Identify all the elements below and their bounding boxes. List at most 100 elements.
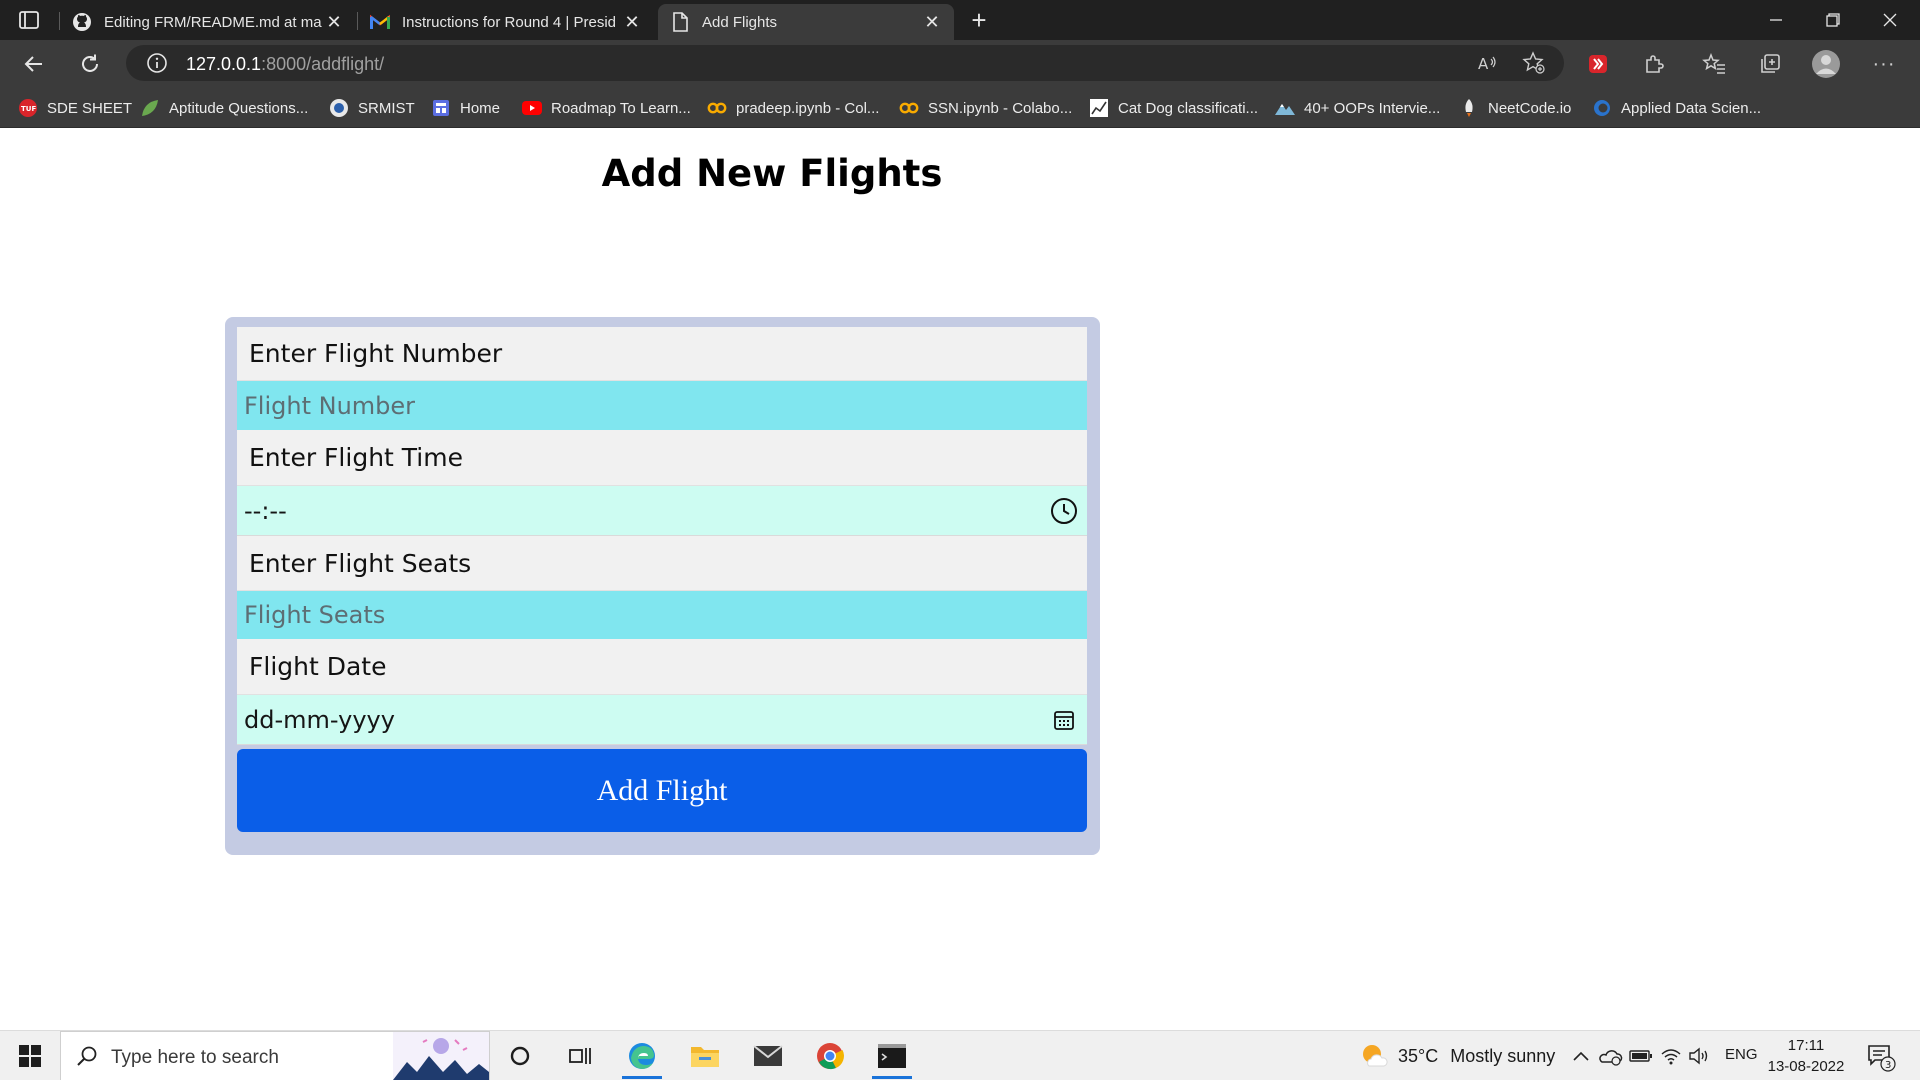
- clock-date: 13-08-2022: [1767, 1058, 1845, 1075]
- taskbar-clock[interactable]: 17:11 13-08-2022: [1764, 1035, 1848, 1077]
- add-flight-form: Enter Flight Number Flight Number Enter …: [225, 317, 1100, 855]
- address-bar[interactable]: 127.0.0.1:8000/addflight/ A: [126, 45, 1564, 81]
- srm-icon: [329, 98, 349, 118]
- svg-text:TUF: TUF: [21, 105, 36, 113]
- bookmark-label: SDE SHEET: [47, 99, 133, 117]
- read-aloud-icon[interactable]: A: [1476, 51, 1500, 75]
- colab-icon: [899, 98, 919, 118]
- bookmark-aptitude[interactable]: Aptitude Questions...: [140, 96, 308, 120]
- bookmark-neetcode[interactable]: NeetCode.io: [1459, 96, 1571, 120]
- flight-seats-label: Enter Flight Seats: [237, 536, 1087, 591]
- close-icon[interactable]: ✕: [920, 10, 944, 34]
- taskbar-search-box[interactable]: Type here to search: [60, 1031, 490, 1080]
- mail-icon[interactable]: [740, 1031, 796, 1080]
- minimize-button[interactable]: [1748, 0, 1804, 40]
- browser-toolbar: 127.0.0.1:8000/addflight/ A ···: [0, 40, 1920, 88]
- bookmark-label: SRMIST: [358, 99, 415, 117]
- flight-number-label: Enter Flight Number: [237, 327, 1087, 381]
- page-icon: [670, 12, 690, 32]
- bookmark-label: Aptitude Questions...: [169, 99, 309, 117]
- tab-title: Editing FRM/README.md at mai: [104, 13, 322, 31]
- bookmark-label: pradeep.ipynb - Col...: [736, 99, 880, 117]
- flight-number-input[interactable]: Flight Number: [237, 381, 1087, 430]
- tab-gmail-instructions[interactable]: Instructions for Round 4 | Presid ✕: [358, 4, 654, 40]
- page-title: Add New Flights: [601, 152, 943, 195]
- url-path: :8000/addflight/: [261, 54, 385, 74]
- coursera-icon: [1592, 98, 1612, 118]
- more-menu-icon[interactable]: ···: [1868, 48, 1900, 80]
- weather-widget[interactable]: 35°C Mostly sunny: [1360, 1042, 1555, 1070]
- bookmark-srmist[interactable]: SRMIST: [329, 96, 415, 120]
- battery-icon[interactable]: [1629, 1044, 1653, 1068]
- bookmark-label: Home: [460, 99, 501, 117]
- add-favorite-star-icon[interactable]: [1522, 51, 1546, 75]
- svg-text:A: A: [1478, 55, 1489, 73]
- flight-date-input[interactable]: dd-mm-yyyy: [237, 695, 1087, 745]
- bookmark-roadmap[interactable]: Roadmap To Learn...: [522, 96, 691, 120]
- weather-temp: 35°C: [1398, 1045, 1439, 1066]
- windows-start-icon[interactable]: [0, 1031, 60, 1080]
- collections-icon[interactable]: [1754, 48, 1786, 80]
- terminal-icon[interactable]: [864, 1031, 920, 1080]
- chrome-icon[interactable]: [802, 1031, 858, 1080]
- tab-github-readme[interactable]: Editing FRM/README.md at mai ✕: [60, 4, 356, 40]
- close-window-button[interactable]: [1862, 0, 1918, 40]
- gmail-icon: [370, 12, 390, 32]
- add-flight-button[interactable]: Add Flight: [237, 749, 1087, 832]
- refresh-icon[interactable]: [74, 48, 106, 80]
- back-arrow-icon[interactable]: [18, 48, 50, 80]
- tab-title: Add Flights: [702, 13, 778, 31]
- profile-avatar-icon[interactable]: [1810, 48, 1842, 80]
- close-icon[interactable]: ✕: [620, 10, 644, 34]
- file-explorer-icon[interactable]: [677, 1031, 733, 1080]
- search-icon: [75, 1045, 99, 1069]
- tab-actions-icon[interactable]: [18, 9, 40, 31]
- volume-icon[interactable]: [1688, 1044, 1712, 1068]
- calendar-icon[interactable]: [1049, 705, 1079, 735]
- bookmark-label: Cat Dog classificati...: [1118, 99, 1259, 117]
- onedrive-sync-icon[interactable]: [1599, 1044, 1623, 1068]
- flight-date-label: Flight Date: [237, 639, 1087, 695]
- flight-time-label: Enter Flight Time: [237, 430, 1087, 486]
- mountain-icon: [1275, 98, 1295, 118]
- bookmark-ssn-colab[interactable]: SSN.ipynb - Colabo...: [899, 96, 1072, 120]
- language-indicator[interactable]: ENG: [1725, 1046, 1758, 1063]
- wifi-icon[interactable]: [1659, 1044, 1683, 1068]
- site-info-icon[interactable]: [146, 52, 168, 74]
- favorites-icon[interactable]: [1698, 48, 1730, 80]
- bookmark-applied-ds[interactable]: Applied Data Scien...: [1592, 96, 1761, 120]
- flight-time-input[interactable]: --:--: [237, 486, 1087, 536]
- notification-center-icon[interactable]: 3: [1866, 1042, 1896, 1072]
- flight-seats-input[interactable]: Flight Seats: [237, 591, 1087, 639]
- search-placeholder: Type here to search: [111, 1047, 279, 1068]
- bookmark-oops[interactable]: 40+ OOPs Intervie...: [1275, 96, 1440, 120]
- bookmark-pradeep-colab[interactable]: pradeep.ipynb - Col...: [707, 96, 879, 120]
- task-view-icon[interactable]: [552, 1031, 608, 1080]
- tab-title: Instructions for Round 4 | Presid: [402, 13, 616, 31]
- clock-icon[interactable]: [1049, 496, 1079, 526]
- edge-taskbar-icon[interactable]: [614, 1031, 670, 1080]
- flight-date-value: dd-mm-yyyy: [244, 705, 395, 734]
- bookmark-label: SSN.ipynb - Colabo...: [928, 99, 1073, 117]
- chart-icon: [1089, 98, 1109, 118]
- extension-red-icon[interactable]: [1582, 48, 1614, 80]
- cortana-icon[interactable]: [492, 1031, 548, 1080]
- new-tab-button[interactable]: +: [965, 5, 993, 35]
- bookmark-cat-dog[interactable]: Cat Dog classificati...: [1089, 96, 1258, 120]
- tab-add-flights[interactable]: Add Flights ✕: [658, 4, 954, 40]
- bookmark-label: Roadmap To Learn...: [551, 99, 691, 117]
- restore-button[interactable]: [1805, 0, 1861, 40]
- close-icon[interactable]: ✕: [322, 10, 346, 34]
- extensions-puzzle-icon[interactable]: [1638, 48, 1670, 80]
- show-hidden-icons-chevron-icon[interactable]: [1569, 1044, 1593, 1068]
- bookmarks-bar: TUF SDE SHEET Aptitude Questions... SRMI…: [0, 88, 1920, 128]
- bookmark-sde-sheet[interactable]: TUF SDE SHEET: [18, 96, 132, 120]
- youtube-icon: [522, 98, 542, 118]
- bookmark-home[interactable]: Home: [431, 96, 500, 120]
- tuf-icon: TUF: [18, 98, 38, 118]
- home-grid-icon: [431, 98, 451, 118]
- colab-icon: [707, 98, 727, 118]
- flight-time-value: --:--: [244, 496, 287, 525]
- clock-time: 17:11: [1787, 1037, 1825, 1054]
- url-text[interactable]: 127.0.0.1:8000/addflight/: [186, 54, 384, 75]
